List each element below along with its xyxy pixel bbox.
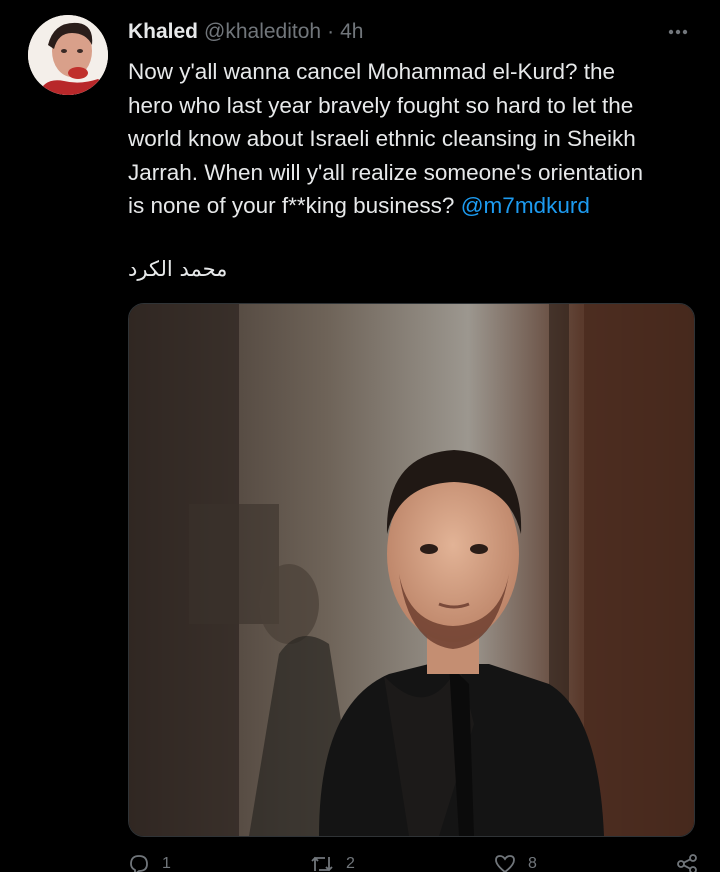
reply-button[interactable]: 1 xyxy=(128,852,171,872)
like-count: 8 xyxy=(528,855,537,872)
action-bar: 1 2 8 xyxy=(128,852,698,872)
more-dots-icon xyxy=(668,29,688,35)
reply-icon xyxy=(130,855,148,872)
user-handle[interactable]: @khaleditoh xyxy=(204,20,321,44)
more-options-button[interactable] xyxy=(664,20,692,44)
tweet-text-line-last: is none of your f**king business? @m7mdk… xyxy=(128,189,698,223)
reply-count: 1 xyxy=(162,855,171,872)
photo-portrait xyxy=(129,304,694,836)
share-icon xyxy=(677,854,697,872)
retweet-count: 2 xyxy=(346,855,355,872)
arabic-text: محمد الكرد xyxy=(128,257,228,281)
heart-icon xyxy=(495,855,515,872)
tweet-photo[interactable] xyxy=(128,303,695,837)
tweet-text-line: Jarrah. When will y'all realize someone'… xyxy=(128,159,644,185)
like-button[interactable]: 8 xyxy=(494,852,537,872)
tweet-text-line: Now y'all wanna cancel Mohammad el-Kurd?… xyxy=(128,59,616,84)
separator-dot: · xyxy=(327,20,335,43)
tweet-header: Khaled @khaleditoh · 4h xyxy=(128,18,692,46)
share-button[interactable] xyxy=(676,852,698,872)
retweet-button[interactable]: 2 xyxy=(310,852,355,872)
tweet-text-segment: is none of your f**king business? xyxy=(128,193,455,218)
display-name[interactable]: Khaled xyxy=(128,20,198,44)
tweet[interactable]: Khaled @khaleditoh · 4h Now y'all wanna … xyxy=(0,0,720,872)
mention-link[interactable]: @m7mdkurd xyxy=(461,193,590,218)
timestamp[interactable]: 4h xyxy=(340,20,363,44)
retweet-icon xyxy=(311,856,333,872)
avatar[interactable] xyxy=(28,15,108,95)
tweet-text-line: world know about Israeli ethnic cleansin… xyxy=(128,126,636,151)
tweet-text: Now y'all wanna cancel Mohammad el-Kurd?… xyxy=(128,55,698,223)
tweet-text-line: hero who last year bravely fought so har… xyxy=(128,92,634,118)
avatar-image xyxy=(28,15,108,95)
